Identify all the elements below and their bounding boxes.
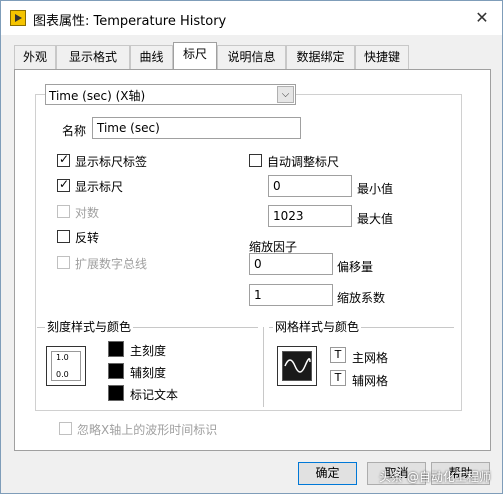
minor-tick-color[interactable] [108,363,124,379]
tab-shortcuts[interactable]: 快捷键 [355,45,409,69]
scale-style-preview: 1.0 0.0 [51,351,81,381]
show-scale-checkbox[interactable]: ✓ [57,177,70,192]
watermark-text: 头条 @自动化工程师 [379,470,491,484]
tab-plots[interactable]: 曲线 [130,45,173,69]
marker-text-color[interactable] [108,385,124,401]
min-input[interactable]: 0 [268,175,352,197]
minor-grid-color[interactable]: T [330,370,346,386]
axis-select[interactable]: Time (sec) (X轴) ⌵ [45,84,296,105]
chevron-down-icon[interactable]: ⌵ [277,86,294,103]
invert-checkbox[interactable] [57,230,70,243]
min-label: 最小值 [357,182,394,196]
multiplier-input[interactable]: 1 [249,284,333,306]
check-icon: ✓ [59,177,70,191]
max-input[interactable]: 1023 [268,205,352,227]
autoscale-checkbox[interactable] [249,154,262,167]
major-grid-color[interactable]: T [330,347,346,363]
show-scale-text: 显示标尺 [75,180,124,194]
tab-scales[interactable]: 标尺 [173,42,217,69]
min-input-value: 0 [273,179,281,193]
axis-select-value: Time (sec) (X轴) [49,89,146,103]
expand-digital-text: 扩展数字总线 [75,257,148,271]
scale-style-icon[interactable]: 1.0 0.0 [46,346,86,386]
ignore-waveform-time-checkbox[interactable] [59,422,72,435]
sine-wave-icon [284,358,311,373]
autoscale-text: 自动调整标尺 [267,155,340,169]
offset-input[interactable]: 0 [249,253,333,275]
scale-icon-top-text: 1.0 [56,353,69,362]
log-checkbox[interactable] [57,205,70,218]
title-bar[interactable]: 图表属性: Temperature History ✕ [1,1,502,35]
ok-button[interactable]: 确定 [298,462,357,485]
tab-display-format[interactable]: 显示格式 [56,45,130,69]
minor-tick-label: 辅刻度 [130,366,167,380]
dialog-window: 图表属性: Temperature History ✕ 外观 显示格式 曲线 标… [0,0,503,494]
expand-digital-checkbox[interactable] [57,256,70,269]
tab-documentation[interactable]: 说明信息 [217,45,286,69]
multiplier-label: 缩放系数 [337,291,386,305]
minor-grid-label: 辅网格 [352,374,389,388]
offset-label: 偏移量 [337,260,374,274]
major-tick-label: 主刻度 [130,344,167,358]
name-field-value: Time (sec) [97,121,160,135]
labview-app-icon [10,10,26,26]
check-icon: ✓ [59,152,70,166]
scale-style-title: 刻度样式与颜色 [45,318,134,335]
scale-icon-bottom-text: 0.0 [56,370,69,379]
major-tick-color[interactable] [108,341,124,357]
invert-text: 反转 [75,231,100,245]
max-label: 最大值 [357,212,394,226]
show-scale-label-text: 显示标尺标签 [75,155,148,169]
log-text: 对数 [75,206,100,220]
max-input-value: 1023 [273,209,304,223]
window-title: 图表属性: Temperature History [33,14,227,29]
name-label: 名称 [62,124,87,138]
grid-style-preview [282,351,312,381]
marker-text-label: 标记文本 [130,388,179,402]
offset-input-value: 0 [254,257,262,271]
show-scale-label-checkbox[interactable]: ✓ [57,152,70,167]
grid-style-icon[interactable] [277,346,317,386]
name-field[interactable]: Time (sec) [92,117,301,139]
tab-appearance[interactable]: 外观 [14,45,56,69]
grid-style-title: 网格样式与颜色 [273,318,362,335]
major-grid-label: 主网格 [352,351,389,365]
section-divider [263,327,264,407]
ignore-waveform-time-text: 忽略X轴上的波形时间标识 [77,423,218,437]
tab-data-binding[interactable]: 数据绑定 [286,45,355,69]
close-icon[interactable]: ✕ [471,7,493,29]
multiplier-input-value: 1 [254,288,262,302]
